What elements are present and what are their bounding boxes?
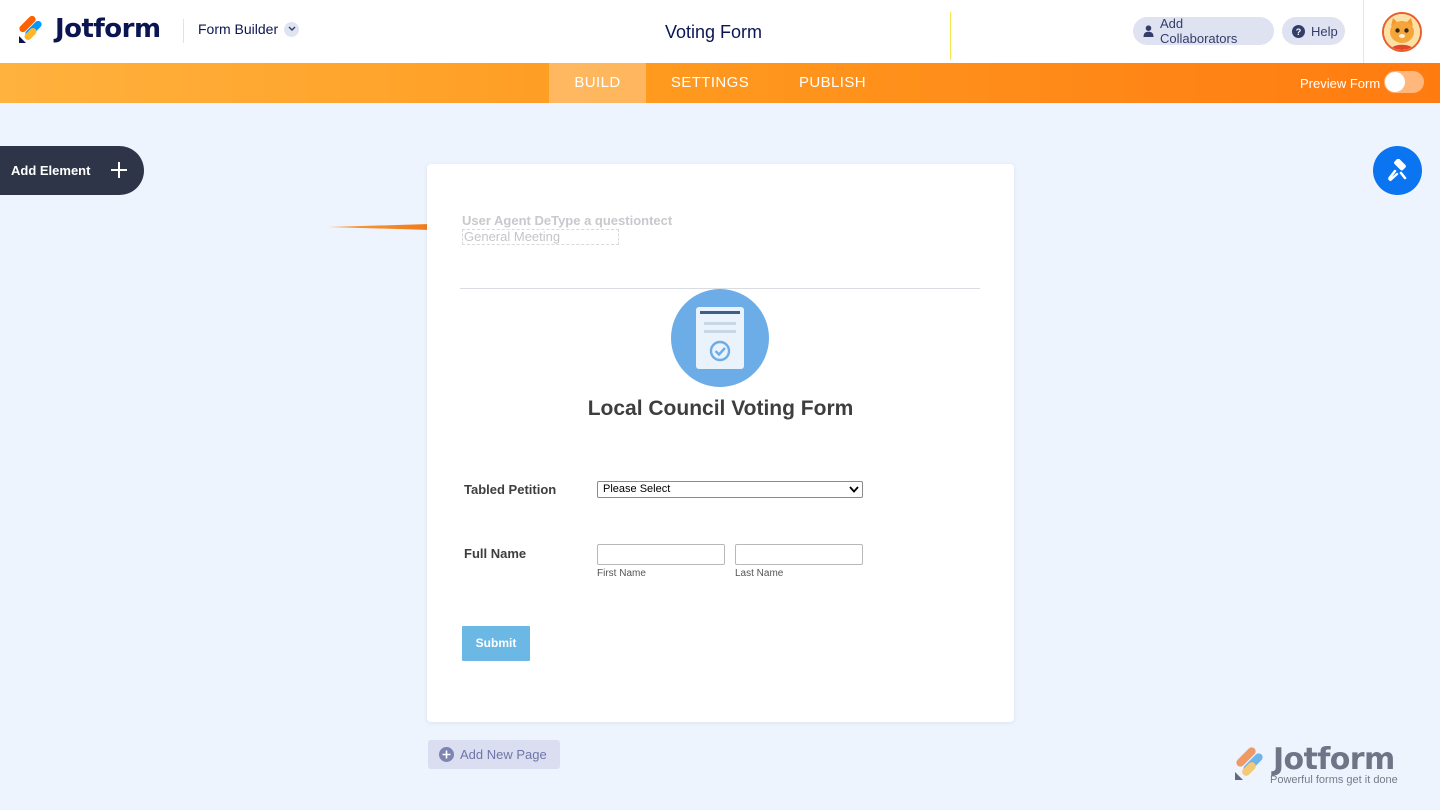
tabled-petition-select[interactable]: Please Select — [597, 481, 863, 498]
paint-roller-icon — [1387, 158, 1406, 181]
tab-publish[interactable]: PUBLISH — [790, 63, 875, 103]
preview-form-label: Preview Form — [1300, 76, 1381, 91]
first-name-sublabel: First Name — [597, 568, 646, 579]
plus-circle-icon — [439, 747, 454, 762]
form-card: User Agent DeType a questiontect General… — [427, 164, 1014, 722]
document-check-icon — [696, 307, 744, 369]
add-collaborators-label: Add Collaborators — [1160, 16, 1238, 46]
select-value: Please Select — [603, 483, 671, 495]
builder-nav: BUILD SETTINGS PUBLISH Preview Form — [0, 63, 1440, 103]
help-label: Help — [1311, 23, 1338, 39]
question-sublabel[interactable]: General Meeting — [462, 229, 619, 245]
toggle-knob — [1385, 72, 1405, 92]
jotform-watermark-icon — [1235, 747, 1263, 780]
add-new-page-button[interactable]: Add New Page — [428, 740, 560, 769]
last-name-input[interactable] — [735, 544, 863, 565]
svg-text:?: ? — [1296, 27, 1302, 37]
top-header: Jotform Form Builder Voting Form Add Col… — [0, 0, 1440, 63]
question-label[interactable]: User Agent DeType a questiontect — [462, 213, 672, 228]
avatar[interactable] — [1382, 12, 1422, 52]
first-name-input[interactable] — [597, 544, 725, 565]
tab-settings[interactable]: SETTINGS — [660, 63, 760, 103]
last-name-sublabel: Last Name — [735, 568, 784, 579]
submit-button[interactable]: Submit — [462, 626, 530, 661]
form-heading[interactable]: Local Council Voting Form — [427, 397, 1014, 421]
tabled-petition-label[interactable]: Tabled Petition — [464, 482, 556, 497]
plus-icon — [111, 162, 127, 178]
form-header-image[interactable] — [671, 289, 769, 387]
jotform-watermark: Jotform Powerful forms get it done — [1233, 742, 1408, 790]
cursor-line — [950, 12, 951, 60]
watermark-text: Jotform — [1273, 742, 1395, 777]
add-collaborators-button[interactable]: Add Collaborators — [1133, 16, 1274, 46]
add-element-label: Add Element — [11, 163, 91, 178]
add-new-page-label: Add New Page — [460, 747, 547, 762]
tab-build[interactable]: BUILD — [549, 63, 646, 103]
user-icon — [1143, 25, 1154, 37]
preview-form-toggle[interactable] — [1384, 71, 1424, 93]
add-element-button[interactable]: Add Element — [0, 146, 144, 195]
help-button[interactable]: ? Help — [1282, 17, 1345, 45]
watermark-tagline: Powerful forms get it done — [1270, 774, 1398, 786]
header-separator — [1363, 0, 1364, 63]
full-name-label[interactable]: Full Name — [464, 546, 526, 561]
cat-avatar-icon — [1384, 14, 1420, 50]
help-icon: ? — [1292, 24, 1305, 38]
chevron-down-icon — [849, 486, 859, 493]
form-designer-button[interactable] — [1373, 146, 1422, 195]
